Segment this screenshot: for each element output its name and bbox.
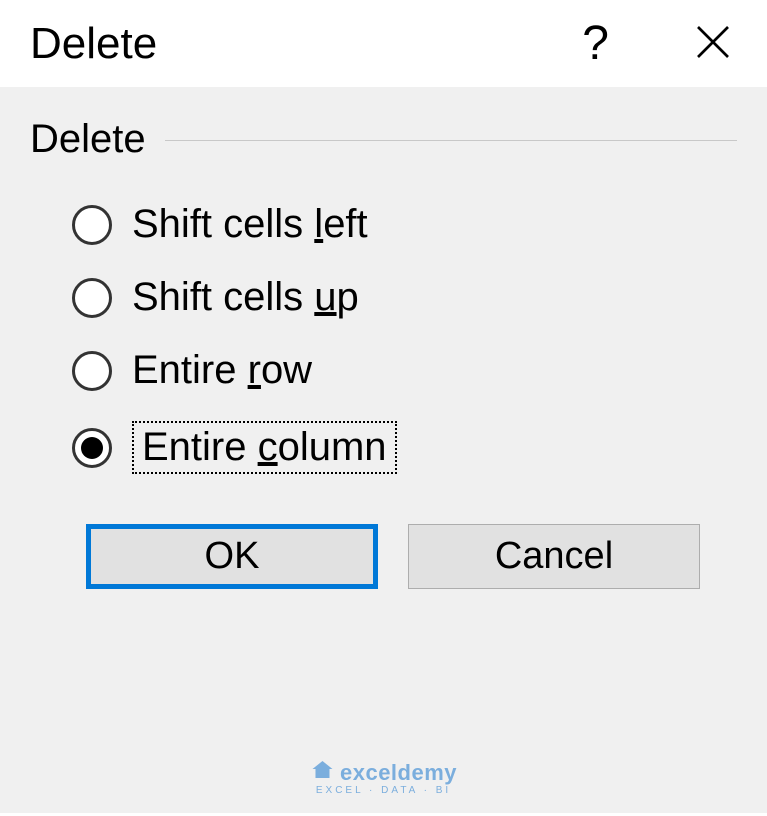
close-button[interactable] [689, 18, 737, 69]
radio-label: Shift cells left [132, 202, 368, 247]
radio-indicator [72, 205, 112, 245]
radio-label: Entire column [132, 421, 397, 474]
cancel-button[interactable]: Cancel [408, 524, 700, 589]
fieldset-legend: Delete [30, 117, 737, 162]
radio-indicator [72, 351, 112, 391]
titlebar: Delete ? [0, 0, 767, 87]
radio-label: Shift cells up [132, 275, 359, 320]
radio-indicator [72, 278, 112, 318]
radio-shift-cells-up[interactable]: Shift cells up [72, 275, 737, 320]
close-icon [693, 50, 733, 65]
radio-shift-cells-left[interactable]: Shift cells left [72, 202, 737, 247]
radio-label: Entire row [132, 348, 312, 393]
radio-entire-column[interactable]: Entire column [72, 421, 737, 474]
titlebar-controls: ? [582, 18, 737, 69]
button-row: OK Cancel [30, 524, 737, 589]
dialog-title: Delete [30, 19, 157, 69]
radio-group: Shift cells left Shift cells up Entire r… [30, 202, 737, 474]
radio-entire-row[interactable]: Entire row [72, 348, 737, 393]
radio-indicator [72, 428, 112, 468]
ok-button[interactable]: OK [86, 524, 378, 589]
dialog-body: Delete Shift cells left Shift cells up E… [0, 87, 767, 813]
help-button[interactable]: ? [582, 20, 609, 68]
